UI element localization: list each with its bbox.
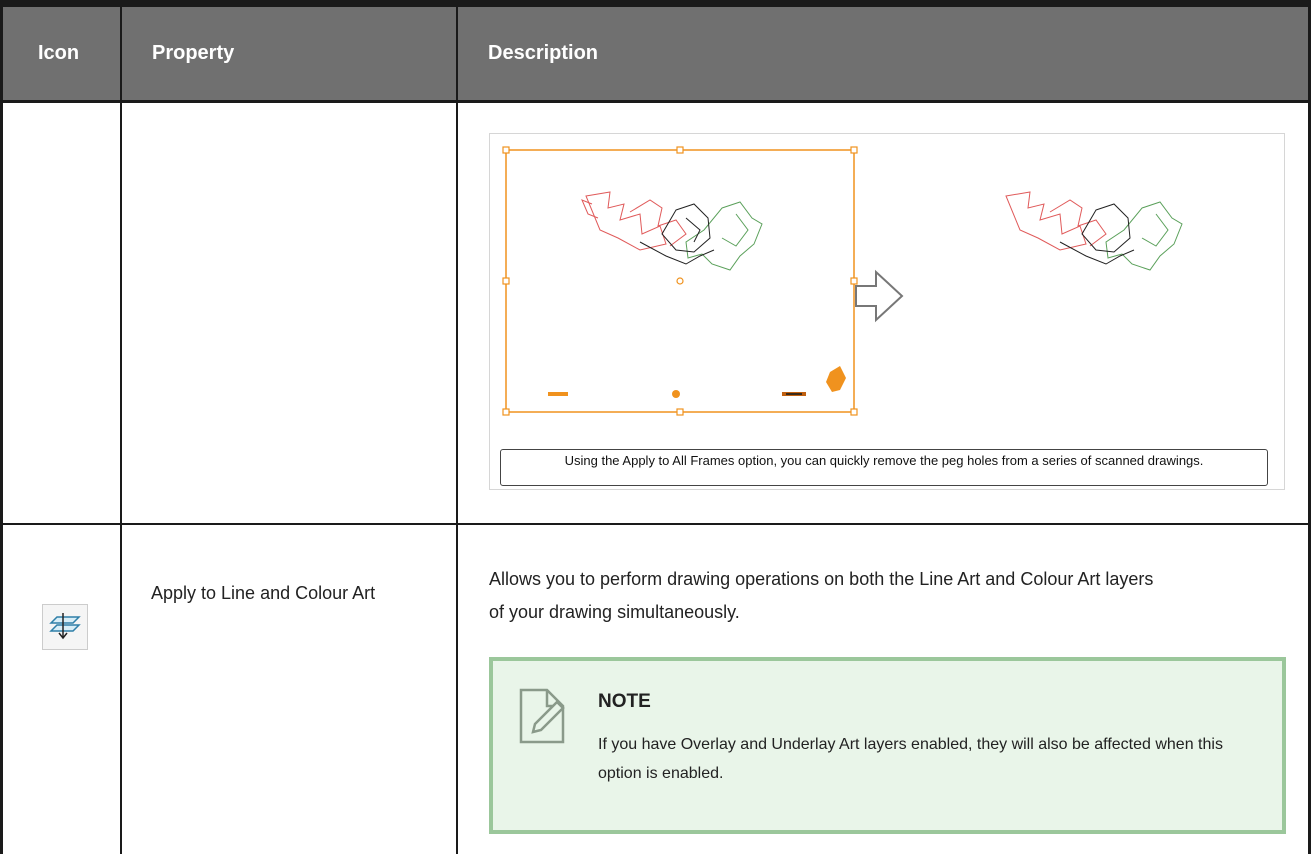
selection-handles <box>502 146 858 416</box>
note-title: NOTE <box>598 691 651 712</box>
row-divider <box>0 523 1311 525</box>
apply-all-frames-figure <box>489 133 1285 490</box>
figure-caption: Using the Apply to All Frames option, yo… <box>500 449 1268 486</box>
description-text: Allows you to perform drawing operations… <box>489 563 1169 629</box>
right-drawing <box>1005 191 1183 271</box>
property-label: Apply to Line and Colour Art <box>151 583 376 603</box>
left-drawing <box>581 191 763 271</box>
right-arrow-icon <box>855 269 904 323</box>
table-left-border <box>0 0 3 854</box>
header-icon: Icon <box>38 42 80 64</box>
note-pencil-icon <box>519 688 565 744</box>
description-body: Allows you to perform drawing operations… <box>489 569 1154 622</box>
header-property: Property <box>152 42 235 64</box>
peg-holes-illustration <box>502 146 1183 416</box>
peg-holes <box>548 366 846 398</box>
header-top-rule <box>0 0 1311 7</box>
column-divider-1 <box>120 0 122 854</box>
apply-to-line-and-colour-art-icon <box>42 604 88 650</box>
column-divider-2 <box>456 0 458 854</box>
note-body: If you have Overlay and Underlay Art lay… <box>598 736 1223 782</box>
header-description: Description <box>488 42 599 64</box>
header-bottom-rule <box>0 100 1311 103</box>
properties-table: Icon Property Description Using the Appl… <box>0 0 1311 854</box>
table-header: Icon Property Description <box>0 0 1311 103</box>
